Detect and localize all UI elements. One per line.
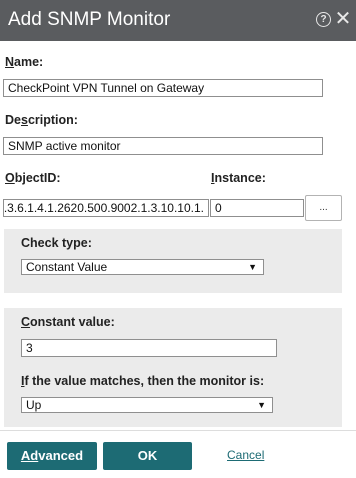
ok-button[interactable]: OK	[103, 442, 192, 470]
dialog-titlebar: Add SNMP Monitor ? ✕	[0, 0, 356, 41]
instance-label: Instance:	[211, 171, 266, 185]
check-type-value: Constant Value	[26, 260, 108, 274]
match-result-value: Up	[26, 398, 42, 412]
check-type-label: Check type:	[21, 236, 92, 250]
dialog-title: Add SNMP Monitor	[8, 9, 171, 30]
name-input[interactable]: CheckPoint VPN Tunnel on Gateway	[3, 79, 323, 97]
browse-objectid-button[interactable]: ...	[305, 195, 342, 221]
cancel-link[interactable]: Cancel	[227, 448, 264, 462]
objectid-label: ObjectID:	[5, 171, 61, 185]
advanced-button[interactable]: Advanced	[7, 442, 97, 470]
constant-value-input[interactable]: 3	[21, 339, 277, 357]
chevron-down-icon: ▼	[257, 400, 266, 410]
check-type-select[interactable]: Constant Value ▼	[21, 259, 264, 275]
match-result-label: If the value matches, then the monitor i…	[21, 374, 265, 388]
match-result-select[interactable]: Up ▼	[21, 397, 273, 413]
close-icon[interactable]: ✕	[333, 8, 353, 30]
description-input[interactable]: SNMP active monitor	[3, 137, 323, 155]
constant-value-label: Constant value:	[21, 315, 115, 329]
chevron-down-icon: ▼	[248, 262, 257, 272]
name-label: Name:	[5, 55, 44, 69]
help-icon[interactable]: ?	[316, 12, 331, 27]
objectid-input[interactable]: .1.3.6.1.4.1.2620.500.9002.1.3.10.10.1	[3, 199, 209, 217]
description-label: Description:	[5, 113, 78, 127]
instance-input[interactable]: 0	[210, 199, 304, 217]
